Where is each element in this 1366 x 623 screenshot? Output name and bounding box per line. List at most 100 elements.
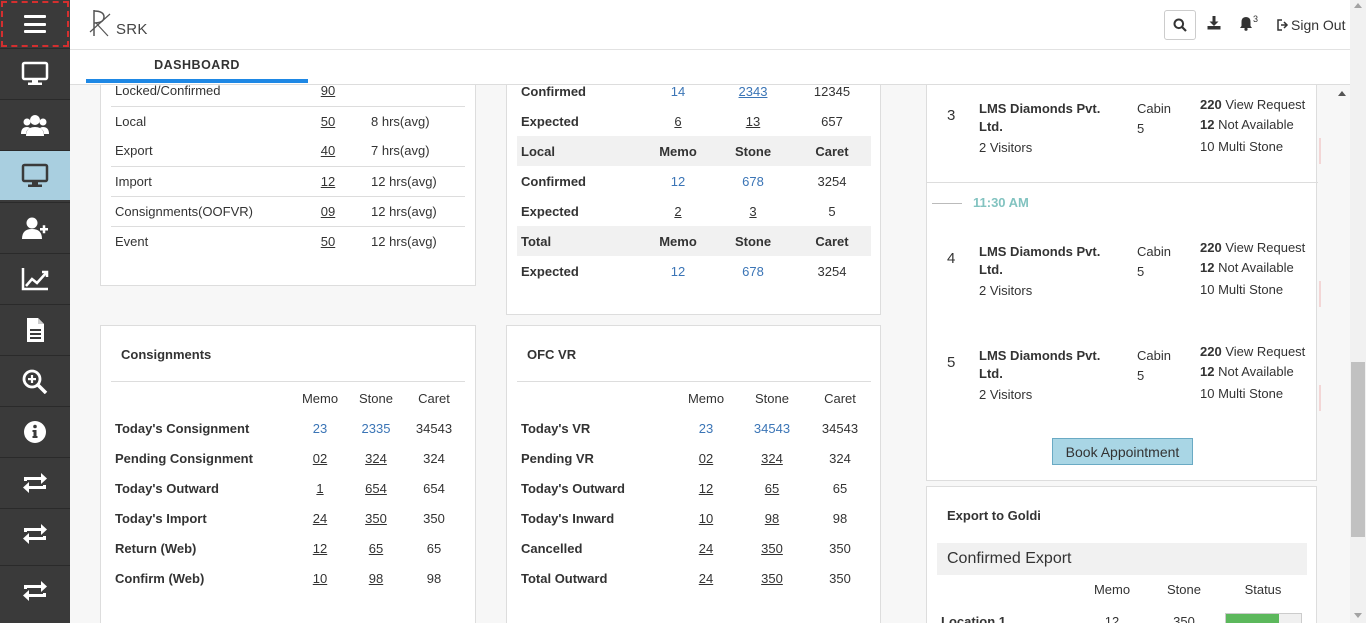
scroll-up-arrow-icon[interactable] xyxy=(1354,3,1362,8)
caret-value: 3254 xyxy=(817,173,847,189)
count-link[interactable]: 50 xyxy=(321,234,335,249)
appointment-item[interactable]: 5 LMS Diamonds Pvt. Ltd. 2 Visitors Cabi… xyxy=(937,344,1321,435)
window-scrollbar[interactable] xyxy=(1350,0,1366,623)
search-button[interactable] xyxy=(1164,10,1196,40)
sidebar-item-documents[interactable] xyxy=(0,304,70,354)
stone-link[interactable]: 65 xyxy=(765,481,779,496)
not-available-count: 12 xyxy=(1200,364,1215,379)
stone-link[interactable]: 350 xyxy=(365,511,387,526)
sidebar-item-exchange-2[interactable] xyxy=(0,508,70,558)
stone-link[interactable]: 324 xyxy=(365,451,387,466)
hamburger-menu-button[interactable] xyxy=(1,1,69,47)
sidebar-item-exchange-1[interactable] xyxy=(0,457,70,507)
memo-link[interactable]: 12 xyxy=(313,541,327,556)
time-divider xyxy=(932,203,962,204)
appointment-item[interactable]: 4 LMS Diamonds Pvt. Ltd. 2 Visitors Cabi… xyxy=(937,240,1321,331)
stone-link[interactable]: 350 xyxy=(761,571,783,586)
tab-dashboard[interactable]: DASHBOARD xyxy=(86,50,308,83)
stone-value[interactable]: 678 xyxy=(713,256,793,286)
table-row: Expected 6 13 657 xyxy=(517,106,871,136)
column-header: Caret xyxy=(793,136,871,166)
stone-value[interactable]: 2343 xyxy=(713,85,793,106)
sidebar-item-monitor-active[interactable] xyxy=(0,150,70,200)
memo-value[interactable]: 23 xyxy=(677,413,735,443)
stone-link[interactable]: 98 xyxy=(765,511,779,526)
sidebar-item-monitor[interactable] xyxy=(0,48,70,98)
table-row: Locked/Confirmed 90 xyxy=(111,85,465,107)
sidebar-item-add-user[interactable] xyxy=(0,202,70,252)
memo-link[interactable]: 10 xyxy=(699,511,713,526)
stone-value[interactable]: 350 xyxy=(1159,614,1209,623)
app-logo[interactable]: SRK xyxy=(88,8,148,38)
ofc-vr-table: Memo Stone Caret Today's VR 23 34543 345… xyxy=(517,383,871,593)
stone-link[interactable]: 3 xyxy=(749,204,756,219)
stone-link[interactable]: 324 xyxy=(761,451,783,466)
book-appointment-button[interactable]: Book Appointment xyxy=(1052,438,1193,465)
visitor-count: 2 Visitors xyxy=(979,283,1033,298)
memo-value[interactable]: 12 xyxy=(643,166,713,196)
section-label: Total xyxy=(517,226,643,256)
memo-link[interactable]: 02 xyxy=(699,451,713,466)
memo-link[interactable]: 6 xyxy=(674,114,681,129)
scroll-down-arrow-icon[interactable] xyxy=(1354,613,1362,618)
scrollbar-thumb[interactable] xyxy=(1351,362,1365,537)
memo-link[interactable]: 10 xyxy=(313,571,327,586)
column-header: Memo xyxy=(301,390,339,406)
appointment-number: 4 xyxy=(947,250,956,267)
column-header: Stone xyxy=(713,136,793,166)
exchange-icon xyxy=(23,523,47,544)
count-link[interactable]: 40 xyxy=(321,143,335,158)
count-link[interactable]: 09 xyxy=(321,204,335,219)
cabin-label: Cabin xyxy=(1137,348,1171,363)
stone-link[interactable]: 65 xyxy=(369,541,383,556)
request-summary: 220 View Request 12 Not Available 10 Mul… xyxy=(1200,343,1320,405)
count-link[interactable]: 90 xyxy=(321,85,335,98)
memo-value[interactable]: 12 xyxy=(1087,614,1137,623)
memo-link[interactable]: 24 xyxy=(699,571,713,586)
row-label: Today's Inward xyxy=(521,510,615,526)
download-button[interactable] xyxy=(1207,16,1221,30)
row-label: Cancelled xyxy=(521,540,583,556)
multi-stone-label: 10 Multi Stone xyxy=(1200,282,1284,297)
divider xyxy=(927,182,1318,183)
appointment-item[interactable]: 3 LMS Diamonds Pvt. Ltd. 2 Visitors Cabi… xyxy=(937,97,1321,188)
stone-link[interactable]: 350 xyxy=(761,541,783,556)
view-request-label[interactable]: View Request xyxy=(1222,97,1305,112)
sidebar-item-exchange-3[interactable] xyxy=(0,565,70,615)
table-row: Pending Consignment 02 324 324 xyxy=(111,443,465,473)
sign-out-link[interactable]: Sign Out xyxy=(1277,17,1345,33)
view-request-label[interactable]: View Request xyxy=(1222,344,1305,359)
stone-link[interactable]: 654 xyxy=(365,481,387,496)
stone-value[interactable]: 678 xyxy=(713,166,793,196)
memo-value[interactable]: 23 xyxy=(291,413,349,443)
memo-link[interactable]: 24 xyxy=(699,541,713,556)
table-row: Total Outward 24 350 350 xyxy=(517,563,871,593)
search-icon xyxy=(1173,18,1187,32)
notifications-button[interactable]: 3 xyxy=(1239,14,1258,31)
caret-value: 5 xyxy=(828,203,836,219)
memo-link[interactable]: 02 xyxy=(313,451,327,466)
stone-value[interactable]: 2335 xyxy=(349,413,403,443)
view-request-label[interactable]: View Request xyxy=(1222,240,1305,255)
memo-link[interactable]: 24 xyxy=(313,511,327,526)
sidebar-item-info[interactable] xyxy=(0,406,70,456)
count-link[interactable]: 50 xyxy=(321,114,335,129)
table-row: Cancelled 24 350 350 xyxy=(517,533,871,563)
table-row: Today's Outward 1 654 654 xyxy=(111,473,465,503)
scroll-up-arrow-icon[interactable] xyxy=(1338,91,1346,96)
memo-link[interactable]: 1 xyxy=(316,481,323,496)
column-header: Memo xyxy=(1093,582,1131,597)
content-scrollbar[interactable] xyxy=(1335,85,1349,623)
count-link[interactable]: 12 xyxy=(321,174,335,189)
memo-link[interactable]: 12 xyxy=(699,481,713,496)
stone-value[interactable]: 34543 xyxy=(735,413,809,443)
sidebar-item-search[interactable] xyxy=(0,355,70,405)
table-row: Import 12 12 hrs(avg) xyxy=(111,166,465,197)
memo-value[interactable]: 14 xyxy=(643,85,713,106)
stone-link[interactable]: 98 xyxy=(369,571,383,586)
memo-link[interactable]: 2 xyxy=(674,204,681,219)
sidebar-item-users[interactable] xyxy=(0,99,70,149)
stone-link[interactable]: 13 xyxy=(746,114,760,129)
sidebar-item-analytics[interactable] xyxy=(0,253,70,303)
memo-value[interactable]: 12 xyxy=(643,256,713,286)
